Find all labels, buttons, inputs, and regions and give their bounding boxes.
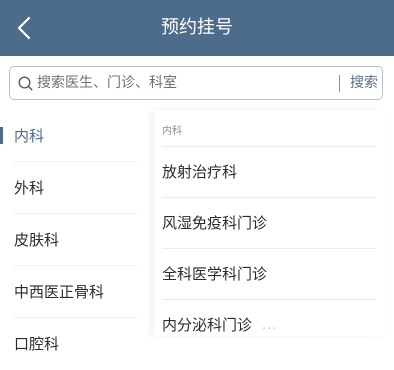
- department-item-dermatology[interactable]: 皮肤科: [0, 214, 137, 266]
- search-icon: [18, 76, 33, 91]
- search-area: 搜索: [0, 56, 394, 110]
- department-item-surgery[interactable]: 外科: [0, 162, 137, 214]
- section-label: 内科: [162, 126, 182, 137]
- active-indicator: [0, 127, 3, 144]
- sub-department-label: 风湿免疫科门诊: [162, 214, 268, 232]
- department-item-internal-medicine[interactable]: 内科: [0, 110, 137, 162]
- department-label: 外科: [14, 179, 45, 197]
- search-divider: [339, 75, 340, 92]
- page-title: 预约挂号: [161, 17, 233, 38]
- department-list: 内科 外科 皮肤科 中西医正骨科 口腔科: [0, 110, 137, 353]
- sub-department-item[interactable]: 放射治疗科: [154, 147, 384, 198]
- department-item-stomatology[interactable]: 口腔科: [0, 318, 137, 370]
- department-label: 中西医正骨科: [14, 283, 105, 301]
- sub-department-item[interactable]: 全科医学科门诊: [154, 249, 384, 300]
- sub-department-label: 内分泌科门诊: [162, 316, 253, 334]
- search-box[interactable]: 搜索: [9, 66, 383, 100]
- search-input[interactable]: [37, 67, 327, 99]
- department-label: 口腔科: [14, 335, 60, 353]
- search-button[interactable]: 搜索: [350, 67, 378, 99]
- sub-department-label: 全科医学科门诊: [162, 265, 268, 283]
- department-label: 皮肤科: [14, 231, 60, 249]
- department-label: 内科: [14, 127, 45, 145]
- sub-department-panel: 内科 放射治疗科 风湿免疫科门诊 全科医学科门诊 内分泌科门诊: [154, 110, 384, 336]
- sub-department-label: 放射治疗科: [162, 163, 238, 181]
- watermark: ...: [262, 318, 278, 333]
- department-item-orthopedics[interactable]: 中西医正骨科: [0, 266, 137, 318]
- app-header: 预约挂号: [0, 0, 394, 56]
- sub-department-item[interactable]: 风湿免疫科门诊: [154, 198, 384, 249]
